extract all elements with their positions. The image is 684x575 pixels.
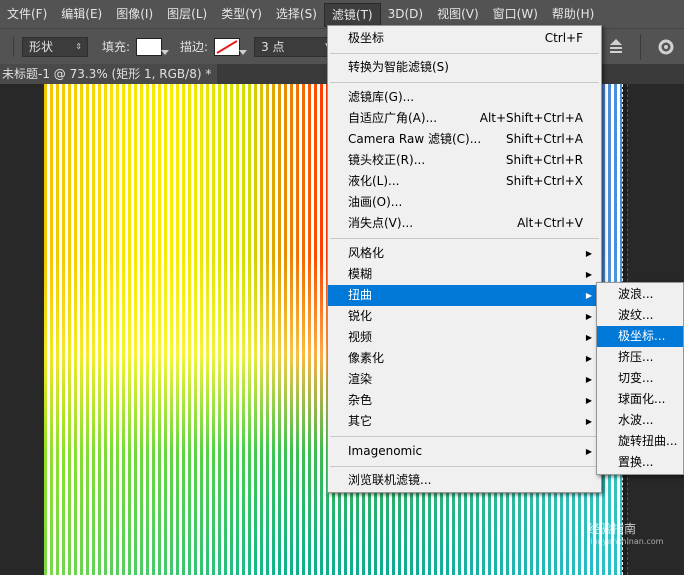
document-tab[interactable]: 未标题-1 @ 73.3% (矩形 1, RGB/8) * bbox=[0, 64, 218, 84]
menu-item-other[interactable]: 其它 ▶ bbox=[328, 411, 601, 432]
menu-item-render[interactable]: 渲染 ▶ bbox=[328, 369, 601, 390]
submenu-item-spherize[interactable]: 球面化... bbox=[597, 389, 683, 410]
menu-item-pixelate[interactable]: 像素化 ▶ bbox=[328, 348, 601, 369]
stroke-width-value: 3 点 bbox=[261, 39, 285, 54]
menu-filter[interactable]: 滤镜(T) bbox=[323, 2, 381, 27]
chevron-right-icon: ▶ bbox=[585, 396, 592, 405]
menu-select[interactable]: 选择(S) bbox=[269, 0, 324, 28]
align-layers-icon[interactable] bbox=[604, 35, 628, 59]
menu-item-imagenomic[interactable]: Imagenomic ▶ bbox=[328, 441, 601, 462]
stroke-label: 描边: bbox=[180, 40, 209, 54]
submenu-item-pinch[interactable]: 挤压... bbox=[597, 347, 683, 368]
menu-item-liquify[interactable]: 液化(L)... Shift+Ctrl+X bbox=[328, 171, 601, 192]
menu-item-last-filter[interactable]: 极坐标 Ctrl+F bbox=[328, 28, 601, 49]
menu-item-sharpen[interactable]: 锐化 ▶ bbox=[328, 306, 601, 327]
menu-item-noise[interactable]: 杂色 ▶ bbox=[328, 390, 601, 411]
chevron-right-icon: ▶ bbox=[585, 447, 592, 456]
chevron-right-icon: ▶ bbox=[585, 312, 592, 321]
submenu-item-polar-coordinates[interactable]: 极坐标... bbox=[597, 326, 683, 347]
watermark-url: jingyanzhinan.com bbox=[588, 537, 664, 546]
filter-menu: 极坐标 Ctrl+F 转换为智能滤镜(S) 滤镜库(G)... 自适应广角(A).… bbox=[327, 25, 602, 493]
menu-bar: 文件(F) 编辑(E) 图像(I) 图层(L) 类型(Y) 选择(S) 滤镜(T… bbox=[0, 0, 684, 28]
menu-divider bbox=[330, 466, 599, 467]
menu-edit[interactable]: 编辑(E) bbox=[54, 0, 109, 28]
toolbar-divider bbox=[640, 34, 641, 60]
menu-item-convert-smart-filter[interactable]: 转换为智能滤镜(S) bbox=[328, 57, 601, 78]
stroke-width-dropdown[interactable]: 3 点 ▼ bbox=[254, 36, 339, 57]
submenu-item-zigzag[interactable]: 水波... bbox=[597, 410, 683, 431]
menu-item-oil-paint[interactable]: 油画(O)... bbox=[328, 192, 601, 213]
no-stroke-icon bbox=[216, 39, 238, 54]
menu-window[interactable]: 窗口(W) bbox=[486, 0, 545, 28]
menu-item-filter-gallery[interactable]: 滤镜库(G)... bbox=[328, 87, 601, 108]
distort-submenu: 波浪... 波纹... 极坐标... 挤压... 切变... 球面化... 水波… bbox=[596, 282, 684, 475]
menu-type[interactable]: 类型(Y) bbox=[214, 0, 269, 28]
menu-item-adaptive-wide-angle[interactable]: 自适应广角(A)... Alt+Shift+Ctrl+A bbox=[328, 108, 601, 129]
menu-divider bbox=[330, 53, 599, 54]
chevron-right-icon: ▶ bbox=[585, 375, 592, 384]
menu-3d[interactable]: 3D(D) bbox=[381, 0, 430, 28]
submenu-item-shear[interactable]: 切变... bbox=[597, 368, 683, 389]
chevron-updown-icon: ⇕ bbox=[75, 41, 82, 51]
menu-divider bbox=[330, 82, 599, 83]
fill-label: 填充: bbox=[102, 40, 131, 54]
menu-item-browse-online-filters[interactable]: 浏览联机滤镜... bbox=[328, 470, 601, 491]
menu-item-distort[interactable]: 扭曲 ▶ bbox=[328, 285, 601, 306]
menu-item-vanishing-point[interactable]: 消失点(V)... Alt+Ctrl+V bbox=[328, 213, 601, 234]
chevron-right-icon: ▶ bbox=[585, 270, 592, 279]
chevron-right-icon: ▶ bbox=[585, 249, 592, 258]
chevron-right-icon: ▶ bbox=[585, 291, 592, 300]
options-grip bbox=[0, 36, 14, 57]
submenu-item-displace[interactable]: 置换... bbox=[597, 452, 683, 473]
menu-item-camera-raw[interactable]: Camera Raw 滤镜(C)... Shift+Ctrl+A bbox=[328, 129, 601, 150]
menu-image[interactable]: 图像(I) bbox=[109, 0, 160, 28]
gear-icon[interactable] bbox=[656, 37, 676, 57]
shape-mode-value: 形状 bbox=[29, 39, 54, 54]
photoshop-window: 文件(F) 编辑(E) 图像(I) 图层(L) 类型(Y) 选择(S) 滤镜(T… bbox=[0, 0, 684, 575]
menu-divider bbox=[330, 436, 599, 437]
watermark: 经验指南 jingyanzhinan.com bbox=[588, 520, 663, 546]
menu-item-lens-correction[interactable]: 镜头校正(R)... Shift+Ctrl+R bbox=[328, 150, 601, 171]
chevron-right-icon: ▶ bbox=[585, 333, 592, 342]
document-tab-title: 未标题-1 @ 73.3% (矩形 1, RGB/8) * bbox=[2, 67, 212, 81]
chevron-down-icon bbox=[239, 49, 248, 55]
menu-divider bbox=[330, 238, 599, 239]
menu-item-stylize[interactable]: 风格化 ▶ bbox=[328, 243, 601, 264]
stroke-swatch[interactable] bbox=[214, 37, 248, 56]
menu-item-video[interactable]: 视频 ▶ bbox=[328, 327, 601, 348]
menu-help[interactable]: 帮助(H) bbox=[545, 0, 601, 28]
watermark-text: 经验指南 bbox=[588, 522, 637, 536]
chevron-down-icon bbox=[161, 49, 170, 55]
menu-layer[interactable]: 图层(L) bbox=[160, 0, 214, 28]
submenu-item-ripple[interactable]: 波纹... bbox=[597, 305, 683, 326]
chevron-right-icon: ▶ bbox=[585, 354, 592, 363]
submenu-item-wave[interactable]: 波浪... bbox=[597, 284, 683, 305]
shape-mode-dropdown[interactable]: 形状 ⇕ bbox=[22, 36, 88, 57]
chevron-right-icon: ▶ bbox=[585, 417, 592, 426]
menu-item-blur[interactable]: 模糊 ▶ bbox=[328, 264, 601, 285]
menu-file[interactable]: 文件(F) bbox=[0, 0, 54, 28]
fill-swatch[interactable] bbox=[136, 37, 170, 56]
submenu-item-twirl[interactable]: 旋转扭曲... bbox=[597, 431, 683, 452]
menu-view[interactable]: 视图(V) bbox=[430, 0, 486, 28]
